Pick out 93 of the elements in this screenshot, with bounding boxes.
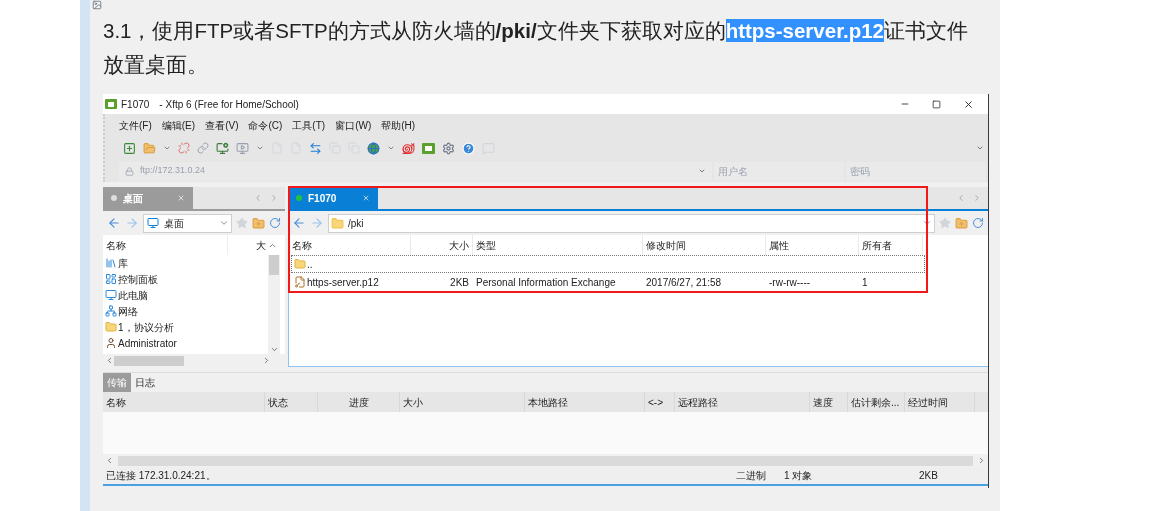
column-header[interactable]: 修改时间 <box>643 235 766 255</box>
caret-icon[interactable] <box>163 144 171 152</box>
parent-folder-icon[interactable] <box>252 216 265 230</box>
tab-label: F1070 <box>308 191 337 206</box>
tab-label: 桌面 <box>123 191 143 206</box>
library-icon <box>105 257 117 269</box>
file-name[interactable]: 此电脑 <box>118 287 148 303</box>
status-text: 二进制 <box>736 469 767 483</box>
back-icon[interactable] <box>292 216 306 230</box>
menu-item[interactable]: 帮助(H) <box>381 117 416 133</box>
file-name[interactable]: 1，协议分析 <box>118 319 174 335</box>
table-cell-text: 1 <box>862 275 868 290</box>
password-field[interactable]: 密码 <box>846 161 986 181</box>
path-field[interactable]: /pki <box>328 213 935 233</box>
desktop-icon <box>146 217 160 229</box>
window-subtitle: - Xftp 6 (Free for Home/School) <box>159 97 299 112</box>
scrollbar[interactable] <box>268 255 280 354</box>
file-name[interactable]: 库 <box>118 255 128 271</box>
table-cell-text: https-server.p12 <box>307 275 379 290</box>
scroll-left-icon[interactable] <box>105 456 114 465</box>
window-title: F1070 <box>121 97 150 112</box>
scroll-left-icon[interactable] <box>105 356 114 365</box>
folder-icon <box>294 258 306 270</box>
folder-icon <box>331 216 344 230</box>
table-cell-text: 2017/6/27, 21:58 <box>646 275 722 290</box>
file-name[interactable]: 网络 <box>118 303 138 319</box>
menu-item[interactable]: 窗口(W) <box>335 117 372 133</box>
file-name[interactable]: 控制面板 <box>118 271 158 287</box>
column-header[interactable]: 名称 <box>289 235 411 255</box>
status-text: 1 对象 <box>784 469 814 483</box>
dropdown-icon[interactable] <box>219 218 229 228</box>
parent-folder-icon[interactable] <box>955 216 968 230</box>
scroll-right-icon[interactable] <box>972 193 982 203</box>
dropdown-icon[interactable] <box>698 167 706 175</box>
file-row[interactable]: https-server.p12 2KB Personal Information Exchange 2017/6/27, 21:58 -rw-rw---- 1 <box>291 273 925 291</box>
folder-icon[interactable] <box>143 141 156 155</box>
caret-icon[interactable] <box>256 144 264 152</box>
scroll-down-icon[interactable] <box>269 345 279 354</box>
scroll-thumb[interactable] <box>269 255 279 275</box>
column-header[interactable]: 大小 <box>411 235 473 255</box>
lock-icon <box>125 166 134 176</box>
snail-icon[interactable] <box>402 141 415 155</box>
close-icon[interactable] <box>963 98 974 110</box>
forward-icon[interactable] <box>310 216 324 230</box>
caret-icon[interactable] <box>976 144 984 152</box>
file-name[interactable]: Administrator <box>118 335 177 351</box>
computer-icon <box>105 289 117 301</box>
link-icon[interactable] <box>197 142 209 154</box>
image-icon <box>90 0 104 10</box>
new-session-icon[interactable] <box>123 141 136 155</box>
status-text: 已连接 172.31.0.24:21。 <box>106 469 217 483</box>
back-icon[interactable] <box>107 216 121 230</box>
column-header[interactable]: 所有者 <box>859 235 923 255</box>
column-header[interactable]: 名称 <box>103 235 228 255</box>
transfer-tab[interactable]: 日志 <box>131 373 159 392</box>
column-header[interactable]: 属性 <box>766 235 859 255</box>
app-logo-icon[interactable] <box>422 142 435 154</box>
file-row[interactable]: .. <box>291 255 925 273</box>
forward-icon[interactable] <box>125 216 139 230</box>
globe-icon[interactable] <box>367 141 380 155</box>
scroll-right-icon[interactable] <box>262 356 271 365</box>
path-field[interactable]: 桌面 <box>143 213 232 233</box>
menu-item[interactable]: 查看(V) <box>205 117 239 133</box>
column-header[interactable]: 大 <box>228 235 268 255</box>
help-icon[interactable] <box>462 141 475 155</box>
column-header[interactable]: 类型 <box>473 235 643 255</box>
menu-item[interactable]: 文件(F) <box>119 117 152 133</box>
menu-item[interactable]: 工具(T) <box>292 117 326 133</box>
paragraph: 3.1，使用FTP或者SFTP的方式从防火墙的/pki/文件夹下获取对应的https-server.p12证书文件放置桌面。 <box>103 18 969 78</box>
menu-item[interactable]: 命令(C) <box>248 117 283 133</box>
network-icon <box>105 305 117 317</box>
username-field[interactable]: 用户名 <box>714 161 844 181</box>
scroll-left-icon[interactable] <box>253 193 263 203</box>
folder-icon <box>105 321 117 333</box>
caret-icon[interactable] <box>387 144 395 152</box>
disconnect-icon[interactable] <box>178 142 190 154</box>
transfer-icon[interactable] <box>309 141 322 155</box>
user-icon <box>105 337 117 349</box>
menu-item[interactable]: 编辑(E) <box>161 117 196 133</box>
table-cell-text: .. <box>307 257 313 272</box>
table-cell-text: 2KB <box>450 275 469 290</box>
scroll-right-icon[interactable] <box>977 456 986 465</box>
refresh-icon[interactable] <box>972 217 984 229</box>
status-text: 2KB <box>919 469 938 483</box>
maximize-icon[interactable] <box>932 99 941 109</box>
table-cell-text: -rw-rw---- <box>769 275 811 290</box>
refresh-icon[interactable] <box>269 217 281 229</box>
scroll-left-icon[interactable] <box>956 193 966 203</box>
scroll-right-icon[interactable] <box>269 193 279 203</box>
settings-icon[interactable] <box>442 141 455 155</box>
control-panel-icon <box>105 273 117 285</box>
table-cell-text: Personal Information Exchange <box>476 275 616 290</box>
certificate-file-icon <box>294 276 306 288</box>
